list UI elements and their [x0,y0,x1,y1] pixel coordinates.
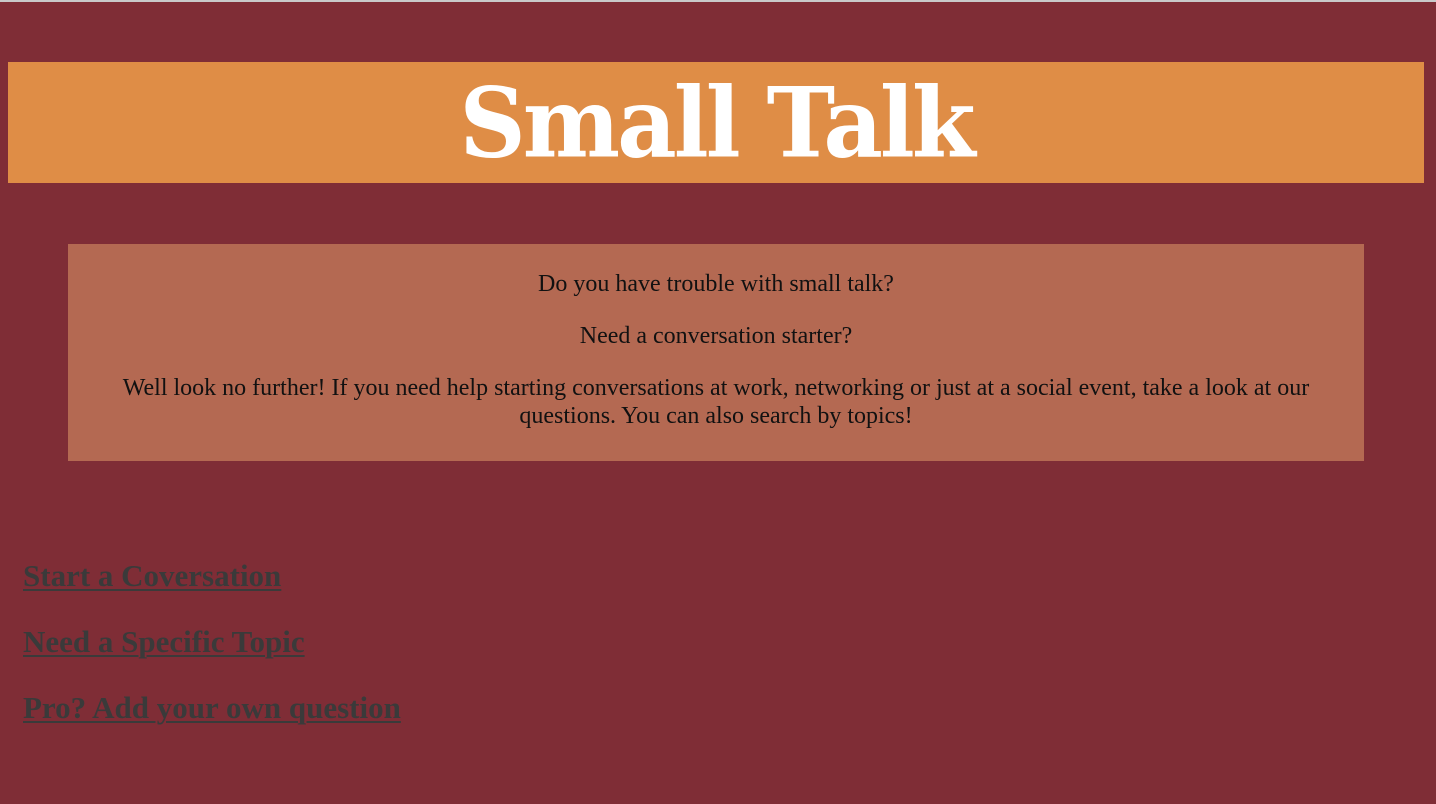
add-question-link[interactable]: Pro? Add your own question [23,690,401,726]
intro-description: Well look no further! If you need help s… [122,375,1310,429]
intro-box: Do you have trouble with small talk? Nee… [68,244,1364,461]
nav-links: Start a Coversation Need a Specific Topi… [23,558,401,756]
specific-topic-link[interactable]: Need a Specific Topic [23,624,401,660]
start-conversation-link[interactable]: Start a Coversation [23,558,401,594]
intro-question: Do you have trouble with small talk? [538,271,894,297]
intro-subquestion: Need a conversation starter? [579,323,853,349]
header-banner: Small Talk [8,62,1424,183]
page-title: Small Talk [459,65,975,180]
